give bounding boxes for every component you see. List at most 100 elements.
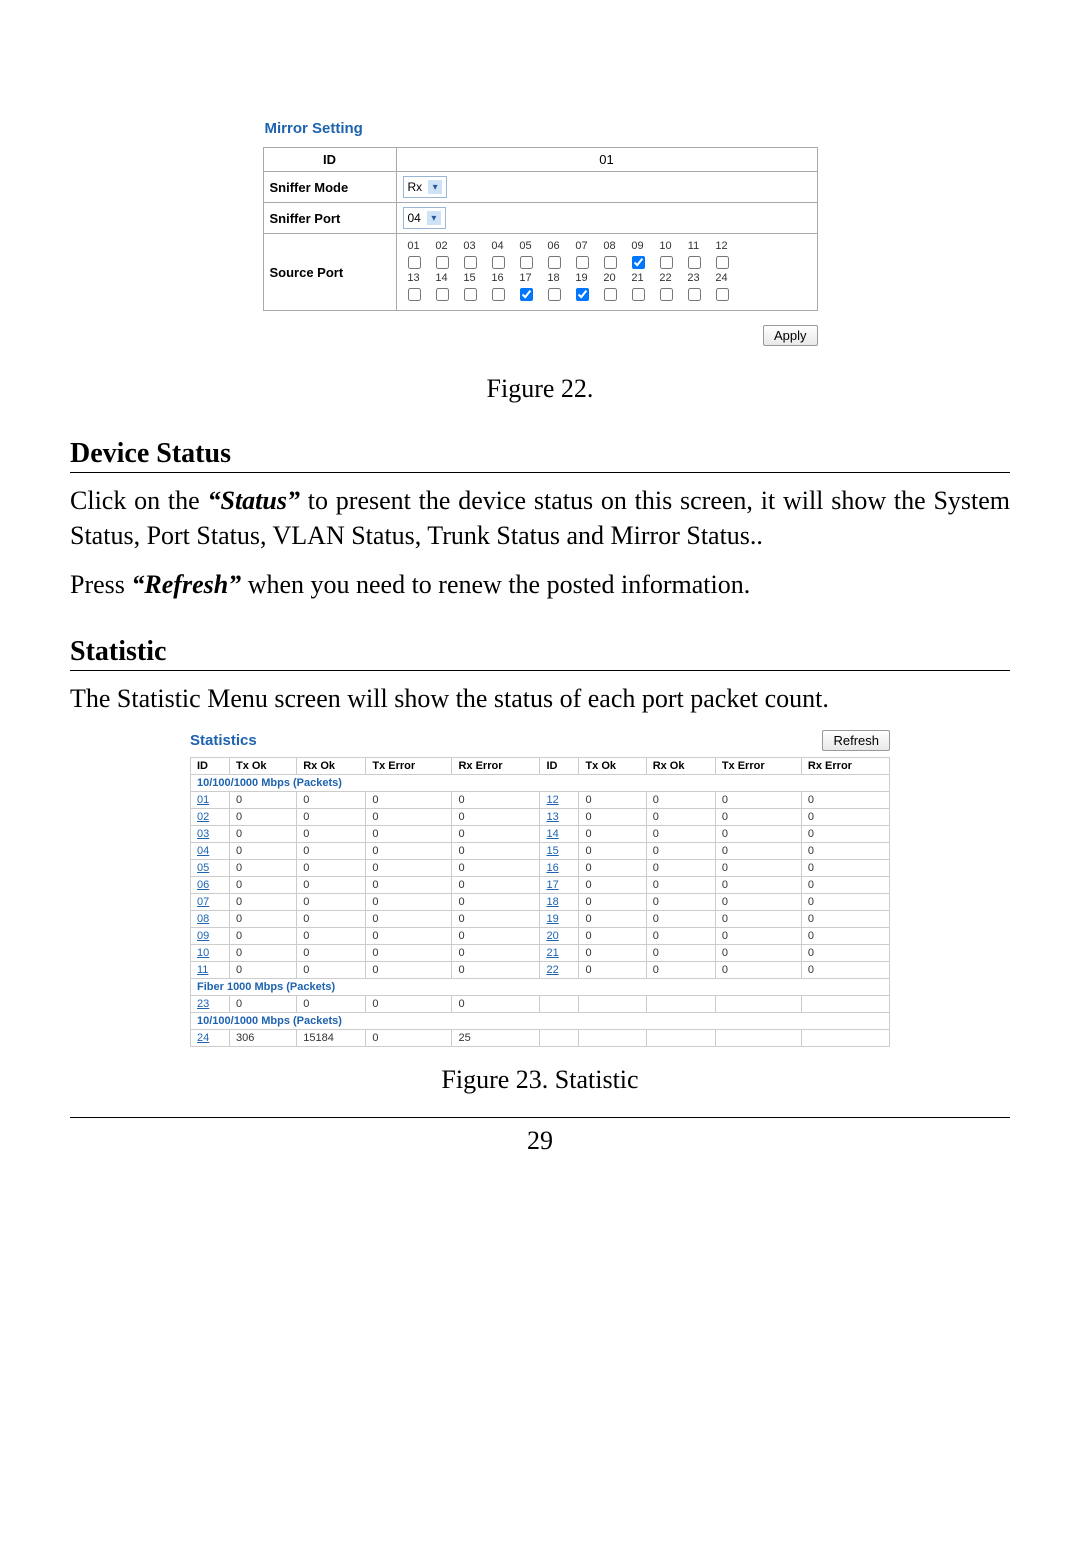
port-id-link[interactable]: 03 — [197, 828, 209, 840]
statistics-cell[interactable]: 19 — [540, 911, 579, 928]
port-id-link[interactable]: 13 — [546, 811, 558, 823]
refresh-button[interactable]: Refresh — [822, 730, 890, 751]
port-id-link[interactable]: 11 — [197, 964, 208, 976]
port-checkbox[interactable] — [599, 252, 621, 272]
port-number-label: 18 — [543, 272, 565, 284]
statistics-cell[interactable]: 02 — [191, 809, 230, 826]
source-port-grid: 010203040506070809101112 131415161718192… — [403, 238, 811, 306]
statistics-cell[interactable]: 05 — [191, 860, 230, 877]
port-checkbox[interactable] — [459, 284, 481, 304]
port-checkbox[interactable] — [655, 252, 677, 272]
port-id-link[interactable]: 22 — [546, 964, 558, 976]
port-checkbox[interactable] — [487, 252, 509, 272]
port-checkbox[interactable] — [571, 252, 593, 272]
statistics-cell[interactable]: 10 — [191, 945, 230, 962]
port-id-link[interactable]: 14 — [546, 828, 558, 840]
statistics-row: 090000200000 — [191, 928, 890, 945]
statistics-cell[interactable]: 23 — [191, 996, 230, 1013]
port-id-link[interactable]: 15 — [546, 845, 558, 857]
statistics-cell[interactable]: 03 — [191, 826, 230, 843]
statistics-cell — [579, 1030, 646, 1047]
statistics-cell[interactable]: 11 — [191, 962, 230, 979]
port-checkbox[interactable] — [403, 252, 425, 272]
statistics-cell[interactable]: 13 — [540, 809, 579, 826]
port-checkbox[interactable] — [459, 252, 481, 272]
figure-statistics: Statistics Refresh IDTx OkRx OkTx ErrorR… — [190, 730, 890, 1047]
port-checkbox[interactable] — [599, 284, 621, 304]
statistics-cell[interactable]: 21 — [540, 945, 579, 962]
port-checkbox[interactable] — [655, 284, 677, 304]
statistics-cell[interactable]: 09 — [191, 928, 230, 945]
port-id-link[interactable]: 07 — [197, 896, 209, 908]
heading-statistic: Statistic — [70, 636, 1010, 668]
statistics-cell[interactable]: 20 — [540, 928, 579, 945]
statistics-cell[interactable]: 12 — [540, 792, 579, 809]
statistics-row: 230000 — [191, 996, 890, 1013]
port-id-link[interactable]: 10 — [197, 947, 209, 959]
statistics-cell[interactable]: 01 — [191, 792, 230, 809]
statistics-cell[interactable]: 22 — [540, 962, 579, 979]
statistics-cell: 0 — [229, 843, 296, 860]
port-checkbox[interactable] — [627, 284, 649, 304]
port-checkbox[interactable] — [487, 284, 509, 304]
statistics-cell: 0 — [366, 928, 452, 945]
statistics-cell[interactable]: 15 — [540, 843, 579, 860]
port-id-link[interactable]: 08 — [197, 913, 209, 925]
port-id-link[interactable]: 24 — [197, 1032, 209, 1044]
port-checkbox[interactable] — [683, 252, 705, 272]
statistics-cell[interactable]: 08 — [191, 911, 230, 928]
statistics-cell[interactable]: 14 — [540, 826, 579, 843]
port-checkbox[interactable] — [543, 252, 565, 272]
sniffer-port-select[interactable]: 04 ▾ — [403, 207, 446, 229]
port-id-link[interactable]: 19 — [546, 913, 558, 925]
port-id-link[interactable]: 17 — [546, 879, 558, 891]
port-id-link[interactable]: 12 — [546, 794, 558, 806]
statistics-cell: 0 — [646, 877, 715, 894]
statistics-cell[interactable]: 07 — [191, 894, 230, 911]
statistics-cell: 0 — [646, 945, 715, 962]
port-id-link[interactable]: 18 — [546, 896, 558, 908]
port-checkbox[interactable] — [683, 284, 705, 304]
port-checkbox[interactable] — [711, 284, 733, 304]
statistics-cell[interactable]: 24 — [191, 1030, 230, 1047]
port-checkbox[interactable] — [403, 284, 425, 304]
mirror-title: Mirror Setting — [265, 120, 818, 137]
port-checkbox[interactable] — [515, 252, 537, 272]
statistics-header-cell: Rx Ok — [297, 758, 366, 775]
port-id-link[interactable]: 21 — [546, 947, 558, 959]
port-checkbox[interactable] — [571, 284, 593, 304]
port-id-link[interactable]: 20 — [546, 930, 558, 942]
port-id-link[interactable]: 09 — [197, 930, 209, 942]
divider — [70, 670, 1010, 671]
port-checkbox[interactable] — [515, 284, 537, 304]
port-number-label: 14 — [431, 272, 453, 284]
apply-button[interactable]: Apply — [763, 325, 818, 346]
statistics-cell: 0 — [579, 843, 646, 860]
port-number-label: 04 — [487, 240, 509, 252]
port-id-link[interactable]: 05 — [197, 862, 209, 874]
port-id-link[interactable]: 02 — [197, 811, 209, 823]
port-id-link[interactable]: 16 — [546, 862, 558, 874]
port-id-link[interactable]: 23 — [197, 998, 209, 1010]
statistics-cell[interactable]: 18 — [540, 894, 579, 911]
statistics-cell[interactable]: 06 — [191, 877, 230, 894]
statistics-cell: 0 — [579, 792, 646, 809]
port-number-label: 16 — [487, 272, 509, 284]
statistics-cell[interactable]: 17 — [540, 877, 579, 894]
port-checkbox[interactable] — [431, 284, 453, 304]
port-checkbox[interactable] — [543, 284, 565, 304]
figure22-caption: Figure 22. — [70, 374, 1010, 404]
statistics-cell[interactable]: 04 — [191, 843, 230, 860]
port-number-label: 23 — [683, 272, 705, 284]
port-checkbox[interactable] — [431, 252, 453, 272]
port-checkbox[interactable] — [711, 252, 733, 272]
port-id-link[interactable]: 04 — [197, 845, 209, 857]
sniffer-mode-select[interactable]: Rx ▾ — [403, 176, 448, 198]
statistics-cell[interactable]: 16 — [540, 860, 579, 877]
statistics-cell: 0 — [452, 843, 540, 860]
port-checkbox[interactable] — [627, 252, 649, 272]
statistics-cell — [579, 996, 646, 1013]
port-id-link[interactable]: 01 — [197, 794, 209, 806]
statistics-cell: 0 — [715, 945, 801, 962]
port-id-link[interactable]: 06 — [197, 879, 209, 891]
